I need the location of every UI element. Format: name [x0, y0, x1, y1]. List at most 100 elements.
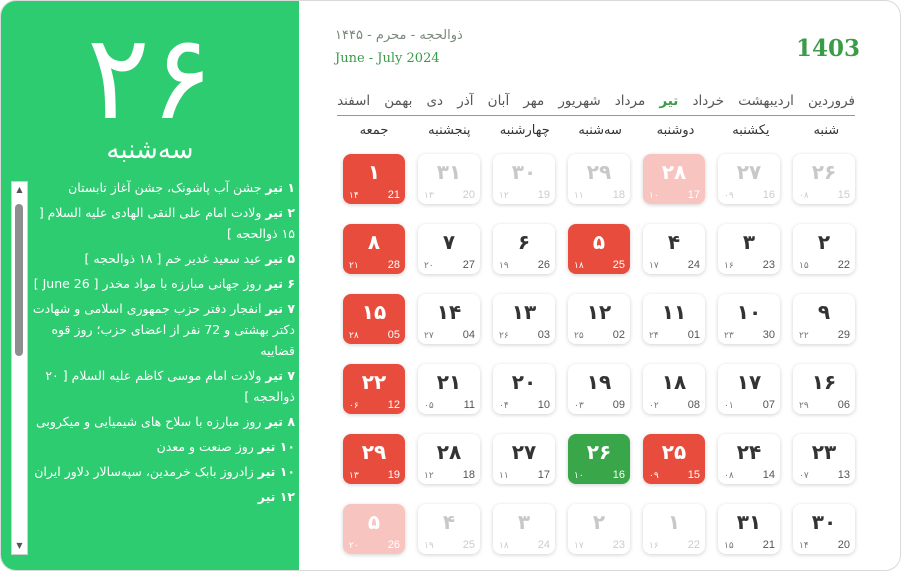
day-cell[interactable]: ۳۱ 21 ۱۵ [718, 504, 780, 554]
day-cell[interactable]: ۱۳ 03 ۲۶ [493, 294, 555, 344]
day-cell[interactable]: ۲۸ 18 ۱۲ [418, 434, 480, 484]
day-cell[interactable]: ۳۰ 20 ۱۴ [793, 504, 855, 554]
event-item[interactable]: ۸ تیر روز مبارزه با سلاح های شیمیایی و م… [31, 411, 295, 432]
day-cell[interactable]: ۲۷ 16 ۰۹ [718, 154, 780, 204]
persian-date: ۲۶ [811, 160, 837, 184]
hijri-date: ۱۹ [424, 541, 434, 551]
persian-date: ۷ [442, 230, 456, 254]
gregorian-date: 04 [462, 329, 475, 341]
month-tab[interactable]: مهر [523, 93, 544, 109]
event-text: روز جهانی مبارزه با مواد مخدر [ June 26 … [33, 276, 266, 291]
gregorian-date: 29 [837, 329, 850, 341]
day-cell[interactable]: ۵ 26 ۲۰ [343, 504, 405, 554]
month-tab[interactable]: آبان [488, 93, 510, 109]
day-cell[interactable]: ۳ 23 ۱۶ [718, 224, 780, 274]
month-tab[interactable]: خرداد [693, 93, 725, 109]
event-item[interactable]: ۱۰ تیر روز صنعت و معدن [31, 436, 295, 457]
hijri-date: ۰۸ [799, 191, 809, 201]
day-cell[interactable]: ۳۱ 20 ۱۳ [418, 154, 480, 204]
day-cell[interactable]: ۱۵ 05 ۲۸ [343, 294, 405, 344]
selected-weekday: سه‌شنبه [106, 135, 194, 165]
event-item[interactable]: ۱۰ تیر زادروز بابک خرمدین، سپه‌سالار دلا… [31, 461, 295, 482]
today-cell[interactable]: ۲۶ 16 ۱۰ [568, 434, 630, 484]
persian-date: ۳ [517, 510, 531, 534]
day-cell[interactable]: ۲۹ 18 ۱۱ [568, 154, 630, 204]
weekday-header: پنجشنبه [428, 123, 471, 138]
day-cell[interactable]: ۳۰ 19 ۱۲ [493, 154, 555, 204]
day-cell[interactable]: ۱۰ 30 ۲۳ [718, 294, 780, 344]
month-tab[interactable]: تیر [659, 93, 678, 109]
month-tab[interactable]: بهمن [384, 93, 412, 109]
event-item[interactable]: ۶ تیر روز جهانی مبارزه با مواد مخدر [ Ju… [31, 273, 295, 294]
day-cell[interactable]: ۲۸ 17 ۱۰ [643, 154, 705, 204]
persian-date: ۴ [442, 510, 456, 534]
day-cell[interactable]: ۲۷ 17 ۱۱ [493, 434, 555, 484]
gregorian-date: 17 [687, 189, 700, 201]
event-item[interactable]: ۷ تیر ولادت امام موسی کاظم علیه السلام [… [31, 365, 295, 407]
day-cell[interactable]: ۱۶ 06 ۲۹ [793, 364, 855, 414]
event-day: ۷ تیر [265, 368, 295, 383]
event-item[interactable]: ۲ تیر ولادت امام علی النقی الهادی علیه ا… [31, 202, 295, 244]
day-cell[interactable]: ۱۷ 07 ۰۱ [718, 364, 780, 414]
persian-date: ۱۰ [736, 300, 762, 324]
gregorian-date: 26 [537, 259, 550, 271]
hijri-date: ۱۰ [649, 191, 659, 201]
day-cell[interactable]: ۴ 24 ۱۷ [643, 224, 705, 274]
day-cell[interactable]: ۱۲ 02 ۲۵ [568, 294, 630, 344]
day-cell[interactable]: ۲ 22 ۱۵ [793, 224, 855, 274]
hijri-date: ۲۳ [724, 331, 734, 341]
day-cell[interactable]: ۲۳ 13 ۰۷ [793, 434, 855, 484]
day-cell[interactable]: ۱۹ 09 ۰۳ [568, 364, 630, 414]
event-item[interactable]: ۱۲ تیر [31, 486, 295, 507]
scroll-thumb[interactable] [15, 204, 23, 356]
month-tab[interactable]: مرداد [615, 93, 645, 109]
weekday-headers: شنبه یکشنبه دوشنبه سه‌شنبه چهارشنبه پنجشنبه جم… [336, 123, 864, 138]
day-cell[interactable]: ۹ 29 ۲۲ [793, 294, 855, 344]
persian-date: ۱۳ [511, 300, 537, 324]
day-cell[interactable]: ۱۴ 04 ۲۷ [418, 294, 480, 344]
day-cell[interactable]: ۳ 24 ۱۸ [493, 504, 555, 554]
day-cell[interactable]: ۱ 21 ۱۴ [343, 154, 405, 204]
gregorian-date: 11 [463, 399, 475, 411]
month-tab[interactable]: شهریور [558, 93, 600, 109]
day-cell[interactable]: ۷ 27 ۲۰ [418, 224, 480, 274]
event-item[interactable]: ۱ تیر جشن آب پاشونک، جشن آغاز تابستان [31, 177, 295, 198]
persian-date: ۱۲ [586, 300, 612, 324]
hijri-date: ۱۴ [349, 191, 359, 201]
event-item[interactable]: ۵ تیر عید سعید غدیر خم [ ۱۸ ذوالحجه ] [31, 248, 295, 269]
month-tab[interactable]: آذر [457, 93, 473, 109]
month-tab[interactable]: اردیبهشت [738, 93, 794, 109]
hijri-date: ۰۶ [349, 401, 359, 411]
day-cell[interactable]: ۲۱ 11 ۰۵ [418, 364, 480, 414]
events-list: ۱ تیر جشن آب پاشونک، جشن آغاز تابستان ۲ ت… [31, 177, 295, 561]
persian-date: ۱۷ [736, 370, 762, 394]
scroll-down-icon[interactable]: ▼ [12, 541, 27, 551]
events-scrollbar[interactable]: ▲ ▼ [11, 181, 28, 555]
day-cell[interactable]: ۲۹ 19 ۱۳ [343, 434, 405, 484]
day-cell[interactable]: ۲۶ 15 ۰۸ [793, 154, 855, 204]
day-cell[interactable]: ۲۴ 14 ۰۸ [718, 434, 780, 484]
day-cell[interactable]: ۵ 25 ۱۸ [568, 224, 630, 274]
day-cell[interactable]: ۸ 28 ۲۱ [343, 224, 405, 274]
gregorian-date: 07 [762, 399, 775, 411]
day-cell[interactable]: ۴ 25 ۱۹ [418, 504, 480, 554]
hijri-date: ۰۵ [424, 401, 434, 411]
month-tab[interactable]: فروردین [808, 93, 855, 109]
day-cell[interactable]: ۱۸ 08 ۰۲ [643, 364, 705, 414]
gregorian-date: 22 [687, 539, 700, 551]
day-cell[interactable]: ۶ 26 ۱۹ [493, 224, 555, 274]
hijri-date: ۱۶ [649, 541, 659, 551]
day-cell[interactable]: ۲ 23 ۱۷ [568, 504, 630, 554]
day-cell[interactable]: ۱ 22 ۱۶ [643, 504, 705, 554]
weekday-header: جمعه [359, 123, 389, 138]
scroll-up-icon[interactable]: ▲ [12, 185, 27, 195]
persian-date: ۲۶ [586, 440, 612, 464]
month-tab[interactable]: اسفند [337, 93, 370, 109]
day-cell[interactable]: ۲۲ 12 ۰۶ [343, 364, 405, 414]
day-cell[interactable]: ۱۱ 01 ۲۴ [643, 294, 705, 344]
gregorian-months-label: June - July 2024 [335, 51, 440, 66]
month-tab[interactable]: دی [426, 93, 443, 109]
event-item[interactable]: ۷ تیر انفجار دفتر حزب جمهوری اسلامی و شه… [31, 298, 295, 361]
day-cell[interactable]: ۲۵ 15 ۰۹ [643, 434, 705, 484]
day-cell[interactable]: ۲۰ 10 ۰۴ [493, 364, 555, 414]
